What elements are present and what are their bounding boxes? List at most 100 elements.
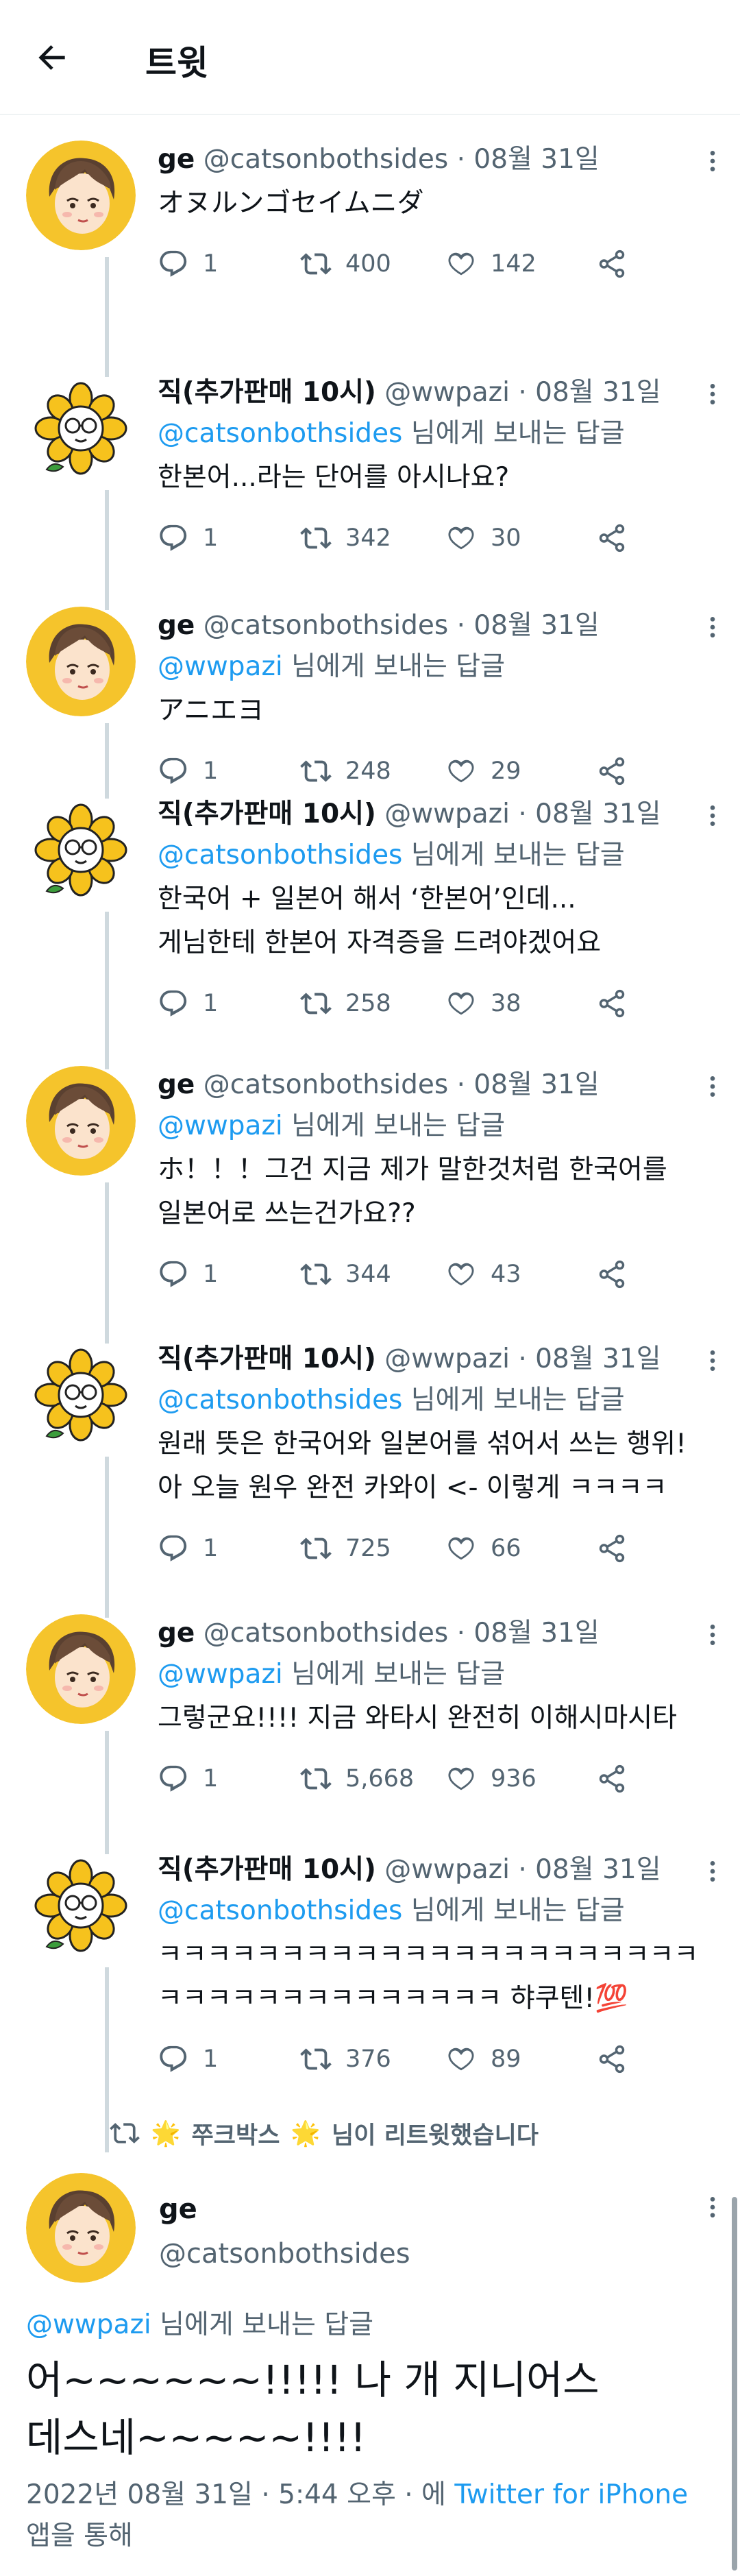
author-handle[interactable]: @wwpazi	[384, 377, 510, 408]
mention-link[interactable]: @wwpazi	[158, 1659, 283, 1690]
author-handle[interactable]: @catsonbothsides	[204, 1618, 448, 1649]
tweet[interactable]: 직(추가판매 10시) @wwpazi · 08월 31일 @catsonbot…	[0, 1340, 740, 1618]
tweet-date[interactable]: 08월 31일	[473, 610, 599, 641]
share-button[interactable]	[596, 1758, 628, 1799]
more-vertical-icon[interactable]	[699, 147, 726, 175]
like-button[interactable]: 142	[445, 243, 536, 284]
like-button[interactable]: 30	[445, 518, 521, 559]
reply-label: 님에게 보내는 답글	[291, 651, 506, 682]
mention-link[interactable]: @wwpazi	[158, 651, 283, 682]
share-button[interactable]	[596, 2039, 628, 2080]
tweet-date[interactable]: 08월 31일	[473, 1069, 599, 1100]
more-vertical-icon[interactable]	[699, 1073, 726, 1100]
more-vertical-icon[interactable]	[699, 613, 726, 641]
avatar[interactable]	[26, 374, 136, 483]
tweet-date[interactable]: 08월 31일	[535, 377, 661, 408]
back-button[interactable]	[25, 30, 79, 85]
reply-button[interactable]: 1	[158, 983, 218, 1024]
share-button[interactable]	[596, 751, 628, 792]
tweet[interactable]: ge @catsonbothsides · 08월 31일 @wwpazi 님에…	[0, 607, 740, 799]
retweet-button[interactable]: 725	[300, 1528, 391, 1569]
author-name[interactable]: 직(추가판매 10시)	[158, 799, 376, 829]
more-vertical-icon[interactable]	[699, 1347, 726, 1374]
author-name[interactable]: ge	[159, 2194, 197, 2225]
author-name[interactable]: ge	[158, 1069, 195, 1100]
more-vertical-icon[interactable]	[699, 380, 726, 408]
avatar[interactable]	[26, 1851, 136, 1960]
retweet-button[interactable]: 258	[300, 983, 391, 1024]
author-handle[interactable]: @wwpazi	[384, 799, 510, 829]
mention-link[interactable]: @catsonbothsides	[158, 418, 402, 449]
tweet[interactable]: 직(추가판매 10시) @wwpazi · 08월 31일 @catsonbot…	[0, 1851, 740, 2115]
share-button[interactable]	[596, 983, 628, 1024]
reply-button[interactable]: 1	[158, 518, 218, 559]
more-vertical-icon[interactable]	[699, 1621, 726, 1649]
retweet-button[interactable]: 344	[300, 1254, 391, 1295]
timestamp[interactable]: 2022년 08월 31일 · 5:44 오후 · 에	[26, 2479, 446, 2510]
share-button[interactable]	[596, 243, 628, 284]
mention-link[interactable]: @wwpazi	[26, 2309, 151, 2340]
mention-link[interactable]: @catsonbothsides	[158, 1385, 402, 1415]
author-name[interactable]: 직(추가판매 10시)	[158, 1344, 376, 1374]
retweet-button[interactable]: 342	[300, 518, 391, 559]
reply-button[interactable]: 1	[158, 243, 218, 284]
author-name[interactable]: ge	[158, 1618, 195, 1649]
avatar[interactable]	[26, 141, 136, 250]
thread-connector	[105, 1967, 109, 2115]
more-vertical-icon[interactable]	[699, 2194, 726, 2221]
reply-button[interactable]: 1	[158, 751, 218, 792]
tweet[interactable]: 직(추가판매 10시) @wwpazi · 08월 31일 @catsonbot…	[0, 374, 740, 610]
author-handle[interactable]: @catsonbothsides	[204, 610, 448, 641]
avatar[interactable]	[26, 1066, 136, 1176]
retweeted-by-notice[interactable]: 🌟 쭈크박스 🌟 님이 리트윗했습니다	[110, 2113, 539, 2154]
avatar[interactable]	[26, 1614, 136, 1724]
like-button[interactable]: 89	[445, 2039, 521, 2080]
author-handle[interactable]: @wwpazi	[384, 1344, 510, 1374]
reply-button[interactable]: 1	[158, 1254, 218, 1295]
retweet-button[interactable]: 248	[300, 751, 391, 792]
reply-button[interactable]: 1	[158, 2039, 218, 2080]
author-name[interactable]: ge	[158, 144, 195, 175]
reply-button[interactable]: 1	[158, 1528, 218, 1569]
like-button[interactable]: 38	[445, 983, 521, 1024]
source-link[interactable]: Twitter for iPhone	[454, 2479, 688, 2510]
tweet-date[interactable]: 08월 31일	[473, 1618, 599, 1649]
share-button[interactable]	[596, 518, 628, 559]
mention-link[interactable]: @catsonbothsides	[158, 1895, 402, 1926]
scrollbar[interactable]	[732, 2197, 737, 2571]
author-handle[interactable]: @catsonbothsides	[159, 2238, 410, 2270]
tweet-date[interactable]: 08월 31일	[473, 144, 599, 175]
avatar[interactable]	[26, 1340, 136, 1450]
like-button[interactable]: 66	[445, 1528, 521, 1569]
retweet-button[interactable]: 400	[300, 243, 391, 284]
author-name[interactable]: 직(추가판매 10시)	[158, 377, 376, 408]
avatar[interactable]	[26, 795, 136, 905]
tweet[interactable]: ge @catsonbothsides · 08월 31일 @wwpazi 님에…	[0, 1066, 740, 1344]
tweet[interactable]: ge @catsonbothsides · 08월 31일 @wwpazi 님에…	[0, 1614, 740, 1854]
retweet-button[interactable]: 5,668	[300, 1758, 414, 1799]
share-button[interactable]	[596, 1528, 628, 1569]
tweet-date[interactable]: 08월 31일	[535, 1854, 661, 1885]
more-vertical-icon[interactable]	[699, 1858, 726, 1885]
mention-link[interactable]: @wwpazi	[158, 1110, 283, 1141]
share-button[interactable]	[596, 1254, 628, 1295]
arrow-left-icon	[38, 45, 65, 70]
tweet-date[interactable]: 08월 31일	[535, 1344, 661, 1374]
avatar[interactable]	[26, 2173, 136, 2283]
tweet[interactable]: 직(추가판매 10시) @wwpazi · 08월 31일 @catsonbot…	[0, 795, 740, 1069]
author-name[interactable]: ge	[158, 610, 195, 641]
retweet-button[interactable]: 376	[300, 2039, 391, 2080]
author-handle[interactable]: @catsonbothsides	[204, 1069, 448, 1100]
avatar[interactable]	[26, 607, 136, 716]
like-button[interactable]: 43	[445, 1254, 521, 1295]
tweet[interactable]: ge @catsonbothsides · 08월 31일 オヌルンゴセイムニダ…	[0, 141, 740, 377]
author-handle[interactable]: @catsonbothsides	[204, 144, 448, 175]
author-name[interactable]: 직(추가판매 10시)	[158, 1854, 376, 1885]
like-button[interactable]: 936	[445, 1758, 536, 1799]
reply-button[interactable]: 1	[158, 1758, 218, 1799]
tweet-date[interactable]: 08월 31일	[535, 799, 661, 829]
like-button[interactable]: 29	[445, 751, 521, 792]
more-vertical-icon[interactable]	[699, 802, 726, 829]
mention-link[interactable]: @catsonbothsides	[158, 840, 402, 871]
author-handle[interactable]: @wwpazi	[384, 1854, 510, 1885]
